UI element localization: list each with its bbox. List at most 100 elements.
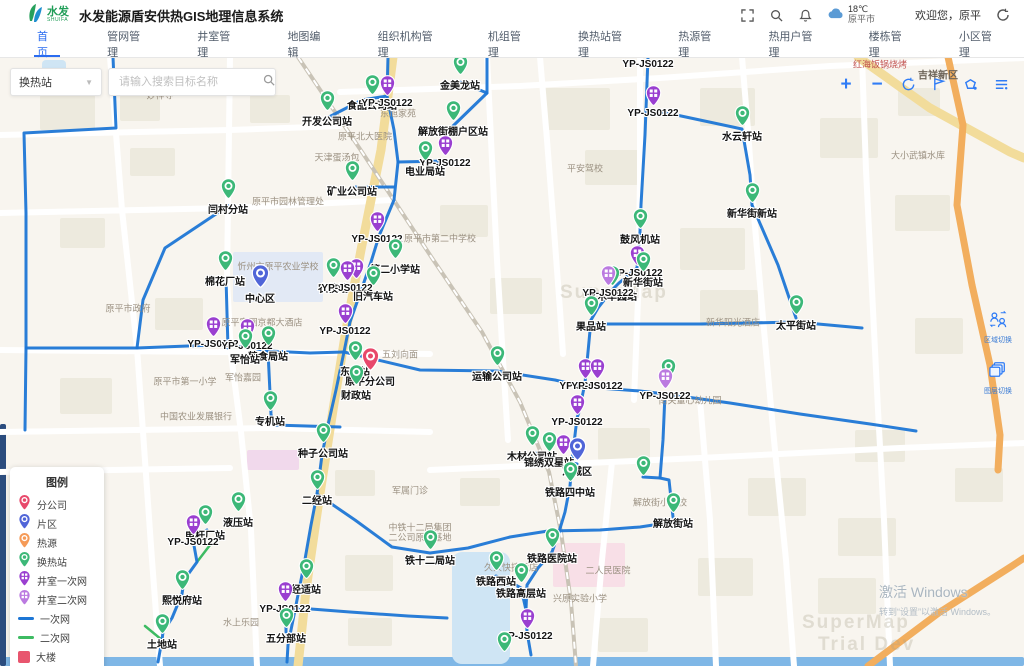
nav-tab-10[interactable]: 小区管理: [934, 30, 1024, 57]
map-marker-station-运输公司站[interactable]: [489, 345, 506, 372]
map-marker-station[interactable]: [635, 455, 652, 482]
map-marker-station-解放街棚户区站[interactable]: [445, 100, 462, 127]
map-marker-station-铁路医院站[interactable]: [544, 527, 561, 554]
map-marker-station-水云轩站[interactable]: [734, 105, 751, 132]
map-marker-well1-YP-JS0122[interactable]: [645, 85, 662, 112]
map-marker-station-铁路四中站[interactable]: [562, 461, 579, 488]
map-marker-well1-YP-JS0122[interactable]: [185, 514, 202, 541]
nav-tab-9[interactable]: 楼栋管理: [844, 30, 934, 57]
map-marker-station-铁路西站[interactable]: [488, 550, 505, 577]
map-marker-well1-YP-JS0122[interactable]: [205, 316, 222, 343]
nav-tab-1[interactable]: 管网管理: [82, 30, 172, 57]
nav-tab-5[interactable]: 机组管理: [463, 30, 553, 57]
map-marker-station-土地站[interactable]: [154, 613, 171, 640]
map-marker-well1-YP-JS0122[interactable]: [277, 581, 294, 608]
region-switch-button[interactable]: 区域切换: [984, 310, 1012, 345]
map-marker-station-财政站[interactable]: [348, 364, 365, 391]
map-marker-station-开发公司站[interactable]: [319, 90, 336, 117]
map-marker-well1-YP-JS0122[interactable]: [337, 303, 354, 330]
region-switch-icon: [988, 310, 1008, 333]
map-marker-station-军怡站[interactable]: [237, 328, 254, 355]
search-input-wrap: [108, 68, 276, 96]
layer-switch-button[interactable]: 图层切换: [984, 361, 1012, 396]
map-marker-station-矿业公司站[interactable]: [344, 160, 361, 187]
layer-list-icon[interactable]: [992, 75, 1010, 93]
map-marker-well2-YP-JS0122[interactable]: [600, 265, 617, 292]
map-marker-station-电业局站[interactable]: [417, 140, 434, 167]
search-input[interactable]: [117, 75, 263, 89]
map-marker-well1-YP-JS0122[interactable]: [569, 394, 586, 421]
measure-icon[interactable]: [930, 75, 948, 93]
map-marker-well1-YP-JS0122[interactable]: [339, 260, 356, 287]
map-marker-well1-YP-JS0122[interactable]: [437, 135, 454, 162]
map-side-tools: 区域切换图层切换: [984, 310, 1012, 396]
main-nav: 首页管网管理井室管理地图编辑组织机构管理机组管理换热站管理热源管理热用户管理楼栋…: [0, 30, 1024, 58]
nav-tab-6[interactable]: 换热站管理: [553, 30, 653, 57]
legend-line-icon: [18, 617, 34, 620]
legend-item-label: 片区: [37, 516, 57, 531]
map-toolbar: +−: [837, 75, 1010, 93]
zoom-out-icon[interactable]: −: [868, 75, 886, 93]
search-submit-icon[interactable]: [263, 73, 275, 91]
map-marker-station-新华街新站[interactable]: [744, 182, 761, 209]
map-marker-well1-YP-JS0122[interactable]: [379, 75, 396, 102]
app-logo: 水发 SHUIFA: [26, 3, 69, 28]
map-marker-station-铁十二局站[interactable]: [422, 529, 439, 556]
legend-item-井室二次网: 井室二次网: [18, 590, 96, 609]
map-marker-station-太平街站[interactable]: [788, 294, 805, 321]
map-marker-station-闫村分站[interactable]: [220, 178, 237, 205]
map-marker-station-解放街站[interactable]: [665, 492, 682, 519]
nav-tab-2[interactable]: 井室管理: [172, 30, 262, 57]
page-title: 水发能源盾安供热GIS地理信息系统: [79, 6, 283, 25]
map-marker-district-中心区[interactable]: [251, 264, 270, 294]
draw-icon[interactable]: [961, 75, 979, 93]
map-marker-station-第二小学站[interactable]: [387, 238, 404, 265]
map-marker-station-二经站[interactable]: [309, 469, 326, 496]
map-marker-well1-YP-JS0122[interactable]: [519, 608, 536, 635]
map-marker-station-新华街站[interactable]: [635, 251, 652, 278]
nav-tab-8[interactable]: 热用户管理: [743, 30, 843, 57]
logo-icon: [26, 3, 44, 28]
map-marker-station-五分部站[interactable]: [278, 607, 295, 634]
map-marker-well2-YP-JS0122[interactable]: [657, 368, 674, 395]
map-marker-station-棉花厂站[interactable]: [217, 250, 234, 277]
map-marker-station-果品站[interactable]: [583, 295, 600, 322]
search-icon[interactable]: [769, 8, 784, 23]
map-marker-well1-YP-JS0122[interactable]: [589, 358, 606, 385]
legend-item-片区: 片区: [18, 514, 96, 533]
map-legend: 图例 分公司 片区 热源 换热站 井室一次网 井室二次网一次网二次网大楼: [10, 467, 104, 666]
search-category-dropdown[interactable]: 换热站 ▼: [10, 68, 102, 96]
weather-city: 原平市: [848, 15, 875, 25]
map-marker-station-专机站[interactable]: [262, 390, 279, 417]
nav-tab-4[interactable]: 组织机构管理: [353, 30, 463, 57]
map-marker-station-旧汽车站[interactable]: [365, 265, 382, 292]
fullscreen-icon[interactable]: [740, 8, 755, 23]
map-canvas[interactable]: SuperMapSuperMapTrial Dev 原平北大医院东旭家苑天津蛋汤…: [0, 57, 1024, 666]
map-marker-station-熙悦府站[interactable]: [174, 569, 191, 596]
map-marker-station-鼓风机站[interactable]: [632, 208, 649, 235]
map-marker-station-经适站[interactable]: [298, 558, 315, 585]
weather-widget: 18℃ 原平市: [827, 5, 875, 25]
nav-tab-0[interactable]: 首页: [12, 30, 82, 57]
zoom-in-icon[interactable]: +: [837, 75, 855, 93]
map-marker-station-粮食局站[interactable]: [260, 325, 277, 352]
legend-pin-icon: [18, 589, 31, 611]
nav-tab-7[interactable]: 热源管理: [653, 30, 743, 57]
legend-item-井室一次网: 井室一次网: [18, 571, 96, 590]
map-marker-station-液压站[interactable]: [230, 491, 247, 518]
map-marker-station-铁路高层站[interactable]: [513, 562, 530, 589]
region-switch-label: 区域切换: [984, 335, 1012, 345]
map-marker-station-金美龙站[interactable]: [452, 57, 469, 81]
logout-icon[interactable]: [995, 8, 1010, 23]
map-marker-station[interactable]: [496, 631, 513, 658]
nav-tab-3[interactable]: 地图编辑: [262, 30, 352, 57]
bell-icon[interactable]: [798, 8, 813, 23]
legend-item-label: 换热站: [37, 554, 67, 569]
map-marker-station-种子公司站[interactable]: [315, 422, 332, 449]
map-marker-station-木材公司站[interactable]: [524, 425, 541, 452]
legend-item-换热站: 换热站: [18, 552, 96, 571]
legend-item-label: 分公司: [37, 497, 67, 512]
reset-icon[interactable]: [899, 75, 917, 93]
legend-line-icon: [18, 636, 34, 639]
map-marker-well1-YP-JS0122[interactable]: [369, 211, 386, 238]
